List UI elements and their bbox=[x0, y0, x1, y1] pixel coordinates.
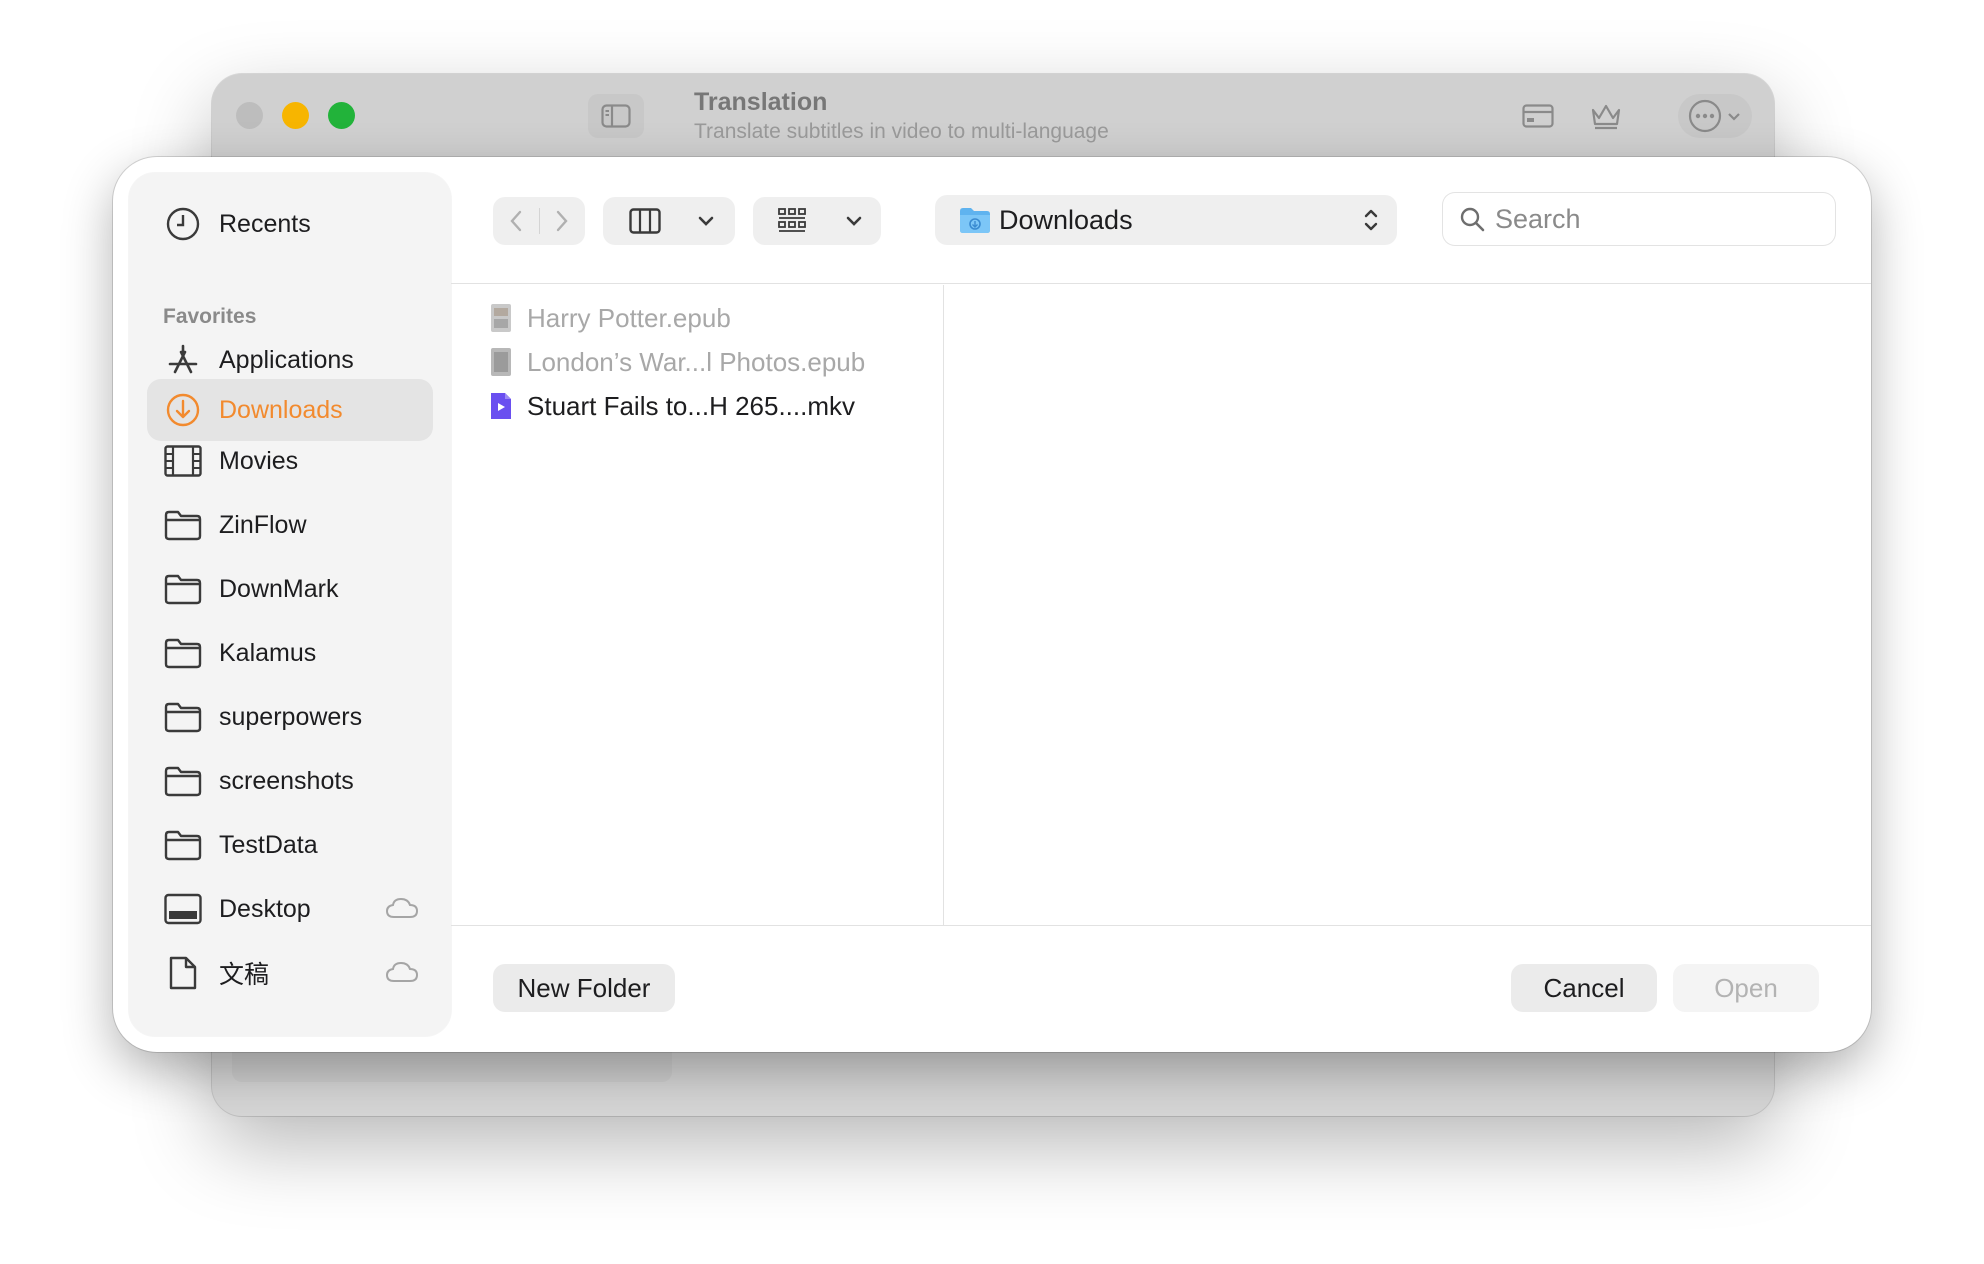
open-button[interactable]: Open bbox=[1673, 964, 1819, 1012]
sidebar-item-label: 文稿 bbox=[219, 961, 270, 989]
window-title: Translation bbox=[694, 88, 828, 116]
folder-icon bbox=[163, 505, 203, 545]
chevron-down-icon bbox=[698, 216, 714, 226]
sidebar-item-downmark[interactable]: DownMark bbox=[147, 558, 433, 620]
location-label: Downloads bbox=[999, 204, 1133, 235]
applications-icon bbox=[163, 340, 203, 380]
background-titlebar: Translation Translate subtitles in video… bbox=[212, 74, 1774, 156]
navigation-buttons bbox=[493, 197, 585, 245]
file-item-stuart-fails-mkv[interactable]: Stuart Fails to...H 265....mkv bbox=[489, 386, 929, 426]
location-popup[interactable]: Downloads bbox=[935, 195, 1397, 245]
file-name: Stuart Fails to...H 265....mkv bbox=[527, 390, 855, 421]
sidebar-item-label: Downloads bbox=[219, 395, 343, 424]
columns-view-icon bbox=[629, 208, 661, 234]
crown-icon bbox=[1591, 104, 1621, 130]
open-file-panel: Recents Favorites Applications Downloads… bbox=[113, 157, 1871, 1052]
folder-icon bbox=[163, 569, 203, 609]
search-input[interactable] bbox=[1493, 202, 1817, 236]
sidebar-toggle-button[interactable] bbox=[588, 94, 644, 138]
sidebar-toggle-icon bbox=[601, 104, 631, 128]
sidebar-item-testdata[interactable]: TestData bbox=[147, 814, 433, 876]
desktop-icon bbox=[163, 889, 203, 929]
search-field[interactable] bbox=[1443, 193, 1835, 245]
epub-icon bbox=[489, 303, 513, 333]
downloads-icon bbox=[163, 390, 203, 430]
sidebar-item-label: DownMark bbox=[219, 574, 339, 603]
document-icon bbox=[163, 953, 203, 993]
icloud-icon bbox=[385, 961, 419, 982]
sidebar-item-superpowers[interactable]: superpowers bbox=[147, 686, 433, 748]
sidebar-item-label: TestData bbox=[219, 830, 318, 859]
column-divider bbox=[943, 285, 944, 925]
downloads-folder-icon bbox=[960, 208, 990, 233]
new-folder-button[interactable]: New Folder bbox=[493, 964, 675, 1012]
chevron-down-icon bbox=[1728, 113, 1740, 121]
zoom-window-button[interactable] bbox=[328, 102, 355, 129]
clock-icon bbox=[163, 204, 203, 244]
file-item-londons-war[interactable]: London’s War...l Photos.epub bbox=[489, 342, 929, 382]
file-item-harry-potter[interactable]: Harry Potter.epub bbox=[489, 298, 929, 338]
minimize-window-button[interactable] bbox=[282, 102, 309, 129]
folder-icon bbox=[163, 697, 203, 737]
card-icon bbox=[1522, 104, 1554, 128]
window-subtitle: Translate subtitles in video to multi-la… bbox=[694, 120, 1109, 143]
folder-icon bbox=[163, 761, 203, 801]
close-window-button[interactable] bbox=[236, 102, 263, 129]
sidebar-item-movies[interactable]: Movies bbox=[147, 430, 433, 492]
sidebar-item-zinflow[interactable]: ZinFlow bbox=[147, 494, 433, 556]
divider bbox=[451, 283, 1871, 284]
file-name: London’s War...l Photos.epub bbox=[527, 346, 866, 377]
back-button[interactable] bbox=[493, 197, 539, 245]
sidebar-item-label: Recents bbox=[219, 209, 311, 238]
ellipsis-circle-icon bbox=[1688, 99, 1722, 133]
sidebar-item-kalamus[interactable]: Kalamus bbox=[147, 622, 433, 684]
sidebar-item-label: Movies bbox=[219, 446, 299, 475]
finder-sidebar: Recents Favorites Applications Downloads… bbox=[129, 173, 451, 1036]
up-down-chevron-icon bbox=[1364, 209, 1378, 231]
chevron-right-icon bbox=[557, 210, 568, 232]
film-icon bbox=[163, 441, 203, 481]
video-file-icon bbox=[489, 391, 513, 421]
group-by-popup[interactable] bbox=[753, 197, 881, 245]
sidebar-item-desktop[interactable]: Desktop bbox=[147, 878, 433, 940]
file-name: Harry Potter.epub bbox=[527, 302, 731, 333]
sidebar-item-screenshots[interactable]: screenshots bbox=[147, 750, 433, 812]
sidebar-item-label: Applications bbox=[219, 345, 354, 374]
sidebar-item-label: Desktop bbox=[219, 894, 311, 923]
icloud-icon bbox=[385, 897, 419, 918]
cancel-button[interactable]: Cancel bbox=[1511, 964, 1657, 1012]
grid-group-icon bbox=[778, 208, 806, 232]
sidebar-item-recents[interactable]: Recents bbox=[147, 193, 433, 255]
view-mode-popup[interactable] bbox=[603, 197, 735, 245]
sidebar-item-label: Kalamus bbox=[219, 638, 317, 667]
favorites-heading: Favorites bbox=[163, 305, 257, 328]
more-options-button[interactable] bbox=[1678, 94, 1752, 138]
sidebar-item-documents[interactable]: 文稿 bbox=[147, 942, 433, 1004]
chevron-left-icon bbox=[510, 210, 521, 232]
forward-button[interactable] bbox=[539, 197, 585, 245]
folder-icon bbox=[163, 825, 203, 865]
epub-icon bbox=[489, 347, 513, 377]
search-icon bbox=[1460, 207, 1485, 232]
divider bbox=[451, 925, 1871, 926]
sidebar-item-label: superpowers bbox=[219, 702, 363, 731]
sidebar-item-label: screenshots bbox=[219, 766, 354, 795]
card-button[interactable] bbox=[1512, 94, 1564, 138]
folder-icon bbox=[163, 633, 203, 673]
sidebar-item-label: ZinFlow bbox=[219, 510, 307, 539]
chevron-down-icon bbox=[846, 216, 862, 226]
premium-button[interactable] bbox=[1580, 94, 1632, 138]
